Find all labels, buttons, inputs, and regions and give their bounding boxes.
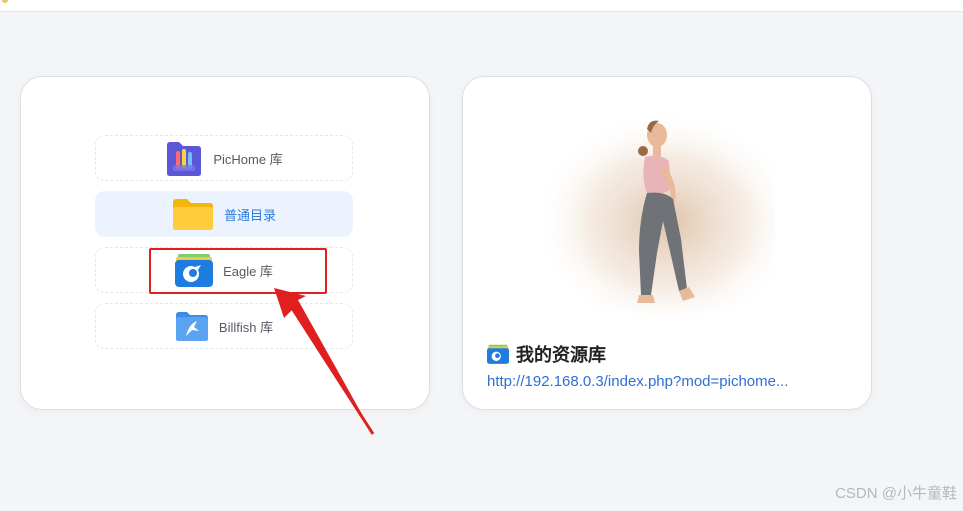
option-pichome[interactable]: PicHome 库: [95, 135, 353, 181]
option-label: PicHome 库: [213, 151, 283, 167]
option-label: Eagle 库: [223, 263, 273, 279]
option-label: 普通目录: [223, 207, 276, 223]
eagle-icon: [487, 344, 509, 364]
option-plain-directory[interactable]: 普通目录: [95, 191, 353, 237]
resource-library-card[interactable]: 我的资源库 http://192.168.0.3/index.php?mod=p…: [462, 76, 872, 410]
billfish-icon: [175, 310, 209, 342]
eagle-icon: [175, 253, 214, 287]
resource-title: 我的资源库: [516, 345, 606, 365]
option-billfish[interactable]: Billfish 库: [95, 303, 353, 349]
watermark: CSDN @小牛童鞋: [835, 485, 957, 502]
option-label: Billfish 库: [218, 319, 274, 335]
folder-icon: [172, 197, 214, 231]
resource-title-row: 我的资源库: [487, 341, 606, 367]
library-type-card: PicHome 库 普通目录 Eagle 库 Billfish 库: [20, 76, 430, 410]
top-bar: [0, 0, 963, 12]
option-eagle[interactable]: Eagle 库: [95, 247, 353, 293]
topbar-mark: [2, 0, 8, 3]
resource-link[interactable]: http://192.168.0.3/index.php?mod=pichome…: [487, 373, 847, 390]
pichome-icon: [165, 139, 203, 177]
preview-image: [535, 111, 775, 313]
